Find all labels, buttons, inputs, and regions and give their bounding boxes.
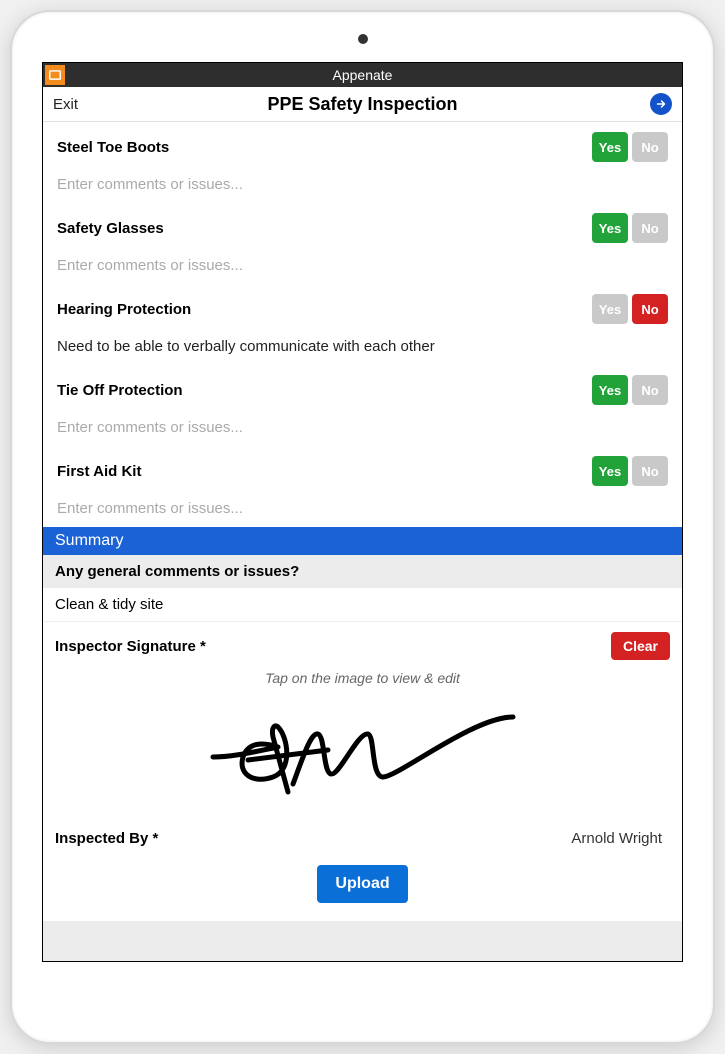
summary-section-header: Summary (43, 527, 682, 555)
inspection-item: Tie Off Protection Yes No (43, 365, 682, 446)
yes-button[interactable]: Yes (592, 375, 628, 405)
tablet-camera (358, 34, 368, 44)
tablet-frame: Appenate Exit PPE Safety Inspection Stee… (10, 10, 715, 1044)
inspection-item: First Aid Kit Yes No (43, 446, 682, 527)
comment-input[interactable] (57, 486, 668, 527)
app-logo-icon (45, 65, 65, 85)
inspected-by-label: Inspected By * (55, 830, 158, 847)
inspection-item: Hearing Protection Yes No Need to be abl… (43, 284, 682, 365)
summary-answer[interactable]: Clean & tidy site (43, 588, 682, 622)
no-button[interactable]: No (632, 294, 668, 324)
exit-button[interactable]: Exit (53, 96, 103, 113)
comment-input[interactable] (57, 162, 668, 203)
next-button[interactable] (650, 93, 672, 115)
status-app-name: Appenate (333, 67, 393, 83)
yes-button[interactable]: Yes (592, 456, 628, 486)
nav-bar: Exit PPE Safety Inspection (43, 87, 682, 122)
yes-button[interactable]: Yes (592, 213, 628, 243)
status-bar: Appenate (43, 63, 682, 87)
no-button[interactable]: No (632, 132, 668, 162)
comment-input[interactable] (57, 405, 668, 446)
inspection-item: Safety Glasses Yes No (43, 203, 682, 284)
yes-button[interactable]: Yes (592, 132, 628, 162)
inspection-item: Steel Toe Boots Yes No (43, 122, 682, 203)
footer-space (43, 921, 682, 961)
item-label: Hearing Protection (57, 301, 191, 318)
app-screen: Appenate Exit PPE Safety Inspection Stee… (42, 62, 683, 962)
upload-button[interactable]: Upload (317, 865, 407, 903)
no-button[interactable]: No (632, 456, 668, 486)
signature-label: Inspector Signature * (55, 638, 206, 655)
arrow-right-icon (655, 98, 667, 110)
item-label: Safety Glasses (57, 220, 164, 237)
no-button[interactable]: No (632, 213, 668, 243)
signature-icon (193, 702, 533, 802)
clear-signature-button[interactable]: Clear (611, 632, 670, 660)
page-title: PPE Safety Inspection (103, 94, 622, 115)
item-label: Tie Off Protection (57, 382, 183, 399)
inspected-by-name[interactable]: Arnold Wright (571, 830, 662, 847)
signature-hint: Tap on the image to view & edit (43, 664, 682, 692)
item-label: Steel Toe Boots (57, 139, 169, 156)
no-button[interactable]: No (632, 375, 668, 405)
item-label: First Aid Kit (57, 463, 141, 480)
signature-canvas[interactable] (43, 692, 682, 812)
comment-input[interactable] (57, 243, 668, 284)
yes-button[interactable]: Yes (592, 294, 628, 324)
form-content: Steel Toe Boots Yes No Safety Glasses Ye… (43, 122, 682, 961)
comment-text[interactable]: Need to be able to verbally communicate … (57, 324, 668, 365)
summary-question: Any general comments or issues? (43, 555, 682, 588)
